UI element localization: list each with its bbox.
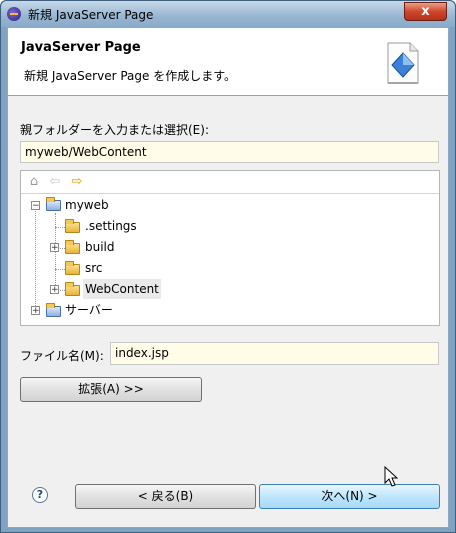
tree-item-myweb[interactable]: − myweb (21, 195, 439, 215)
back-button[interactable]: < 戻る(B) (75, 484, 256, 509)
close-button[interactable]: x (404, 2, 447, 21)
mouse-cursor-icon (384, 466, 398, 487)
parent-folder-input[interactable]: myweb/WebContent (20, 141, 439, 163)
eclipse-icon (7, 7, 21, 21)
jsp-wizard-icon (387, 42, 419, 84)
dialog-client: JavaServer Page 新規 JavaServer Page を作成しま… (7, 27, 449, 528)
folder-icon (65, 261, 80, 275)
folder-tree[interactable]: ⌂ ⇦ ⇨ − myweb .settings + build src + We… (20, 170, 440, 326)
project-icon (46, 303, 61, 317)
wizard-window: 新規 JavaServer Page x JavaServer Page 新規 … (0, 0, 456, 533)
tree-item-label: build (85, 240, 115, 254)
forward-arrow-icon[interactable]: ⇨ (70, 175, 84, 189)
folder-icon (65, 240, 80, 254)
tree-item-label: サーバー (65, 303, 113, 317)
folder-icon (65, 219, 80, 233)
project-icon (46, 197, 61, 211)
back-arrow-icon[interactable]: ⇦ (48, 175, 62, 189)
tree-item-label: .settings (85, 219, 137, 233)
wizard-header: JavaServer Page 新規 JavaServer Page を作成しま… (8, 28, 448, 96)
file-name-label: ファイル名(M): (20, 349, 104, 363)
collapse-icon[interactable]: − (31, 201, 40, 211)
tree-item-label: src (85, 261, 103, 275)
folder-icon (65, 282, 80, 296)
tree-item-build[interactable]: + build (21, 237, 439, 257)
tree-item-server[interactable]: + サーバー (21, 300, 439, 320)
expand-icon[interactable]: + (50, 243, 59, 253)
advanced-button[interactable]: 拡張(A) >> (20, 377, 202, 402)
page-title: JavaServer Page (21, 40, 141, 55)
expand-icon[interactable]: + (50, 285, 59, 295)
window-title: 新規 JavaServer Page (28, 8, 154, 22)
parent-folder-label: 親フォルダーを入力または選択(E): (20, 123, 209, 137)
tree-item-src[interactable]: src (21, 258, 439, 278)
expand-icon[interactable]: + (31, 306, 40, 316)
file-name-input[interactable]: index.jsp (110, 342, 439, 365)
tree-item-settings[interactable]: .settings (21, 216, 439, 236)
page-description: 新規 JavaServer Page を作成します。 (24, 69, 236, 83)
tree-item-label: WebContent (83, 279, 161, 299)
tree-toolbar: ⌂ ⇦ ⇨ (21, 171, 439, 194)
next-button[interactable]: 次へ(N) > (259, 484, 440, 509)
home-icon[interactable]: ⌂ (27, 175, 41, 189)
tree-item-label: myweb (65, 198, 109, 212)
title-bar[interactable]: 新規 JavaServer Page x (1, 1, 455, 27)
help-icon[interactable]: ? (32, 487, 48, 503)
tree-item-webcontent[interactable]: + WebContent (21, 279, 439, 299)
